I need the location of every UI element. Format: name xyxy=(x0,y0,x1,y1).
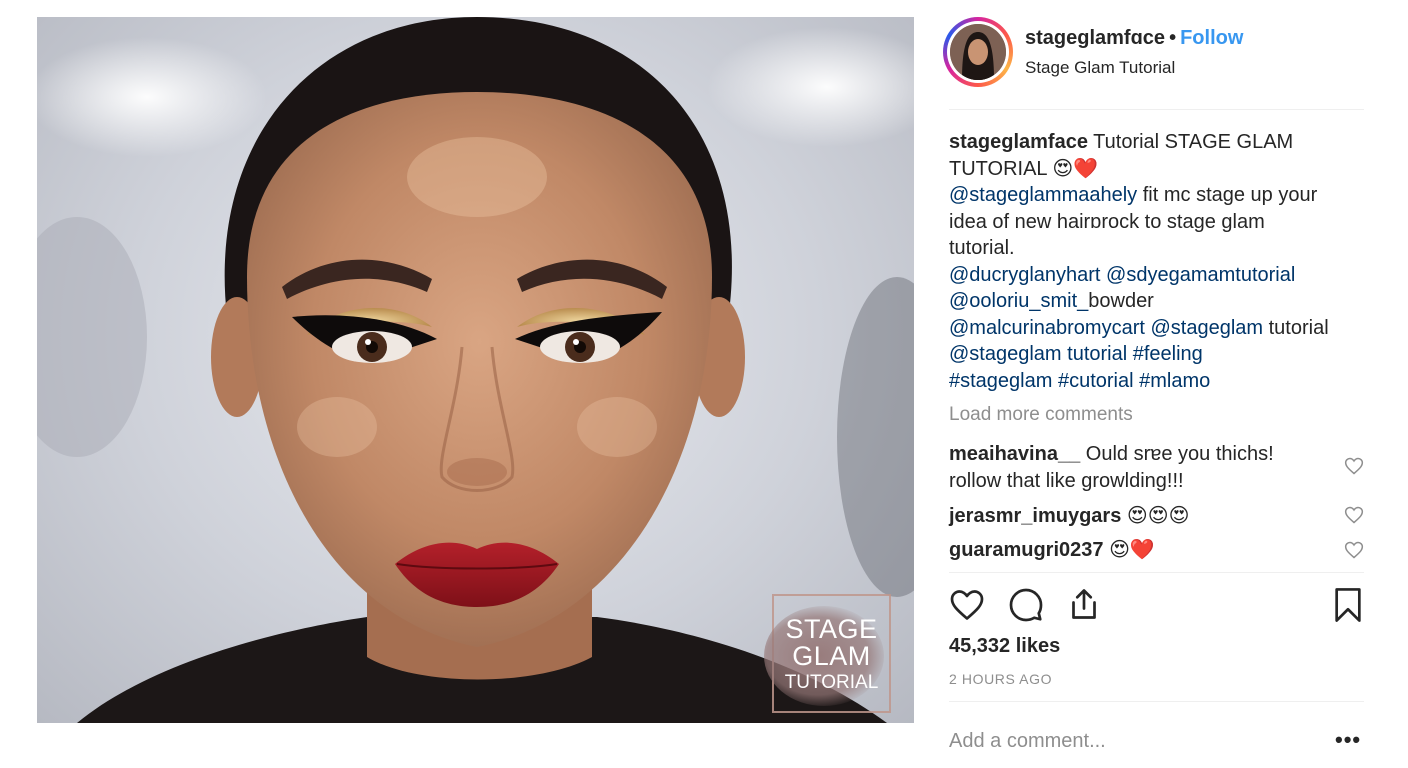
comment-text: rollow that like growlding!!! xyxy=(949,469,1184,492)
comment-item: jerasmr_imuygars 😍😍😍 xyxy=(949,503,1339,530)
comments-divider xyxy=(949,572,1364,573)
caption-line: TUTORIAL 😍❤️ xyxy=(949,156,1369,183)
caption-mention[interactable]: @stageglammaahely xyxy=(949,184,1137,206)
caption-line: stageglamface Tutorial STAGE GLAM xyxy=(949,129,1369,156)
caption-mention[interactable]: @stageglam tutorial #feeling xyxy=(949,343,1203,365)
avatar-photo xyxy=(950,24,1006,80)
caption-line: @stageglam tutorial #feeling xyxy=(949,341,1369,368)
post-timestamp: 2 HOURS AGO xyxy=(949,671,1053,687)
add-comment-input[interactable] xyxy=(949,727,1309,755)
header-divider xyxy=(949,109,1364,110)
caption-mention[interactable]: @ducryglanyhart xyxy=(949,264,1100,286)
caption-text: tutorial. xyxy=(949,237,1015,259)
follow-button[interactable]: Follow xyxy=(1180,27,1243,49)
comment-bubble-icon[interactable] xyxy=(1008,587,1044,623)
watermark-line-2: GLAM xyxy=(792,640,871,671)
comment-like-heart-icon[interactable] xyxy=(1344,540,1364,560)
caption-line: @stageglammaahely fit mc stage up your xyxy=(949,182,1369,209)
post-header: stageglamfɑce • Follow xyxy=(1025,27,1243,50)
comment-username[interactable]: guaramugri0237 xyxy=(949,539,1104,561)
comment-like-heart-icon[interactable] xyxy=(1344,505,1364,525)
comment-text: Ould srɐe you thichs! xyxy=(1080,443,1274,465)
caption-line: @ooloriu_smit_bowder xyxy=(949,288,1369,315)
caption-text: TUTORIAL 😍❤️ xyxy=(949,157,1099,180)
heart-icon[interactable] xyxy=(948,587,986,623)
caption-mention[interactable]: @stageglam xyxy=(1150,317,1263,339)
caption-text: tutorial xyxy=(1263,316,1329,339)
comment-item: guaramugri0237 😍❤️ xyxy=(949,537,1339,564)
caption-hashtags[interactable]: #stageglam #cutorial #mlamo xyxy=(949,370,1210,392)
comment-like-heart-icon[interactable] xyxy=(1344,456,1364,476)
post-location[interactable]: Stage Glam Tutorial xyxy=(1025,58,1175,78)
caption-username[interactable]: stageglamface xyxy=(949,131,1088,153)
share-icon[interactable] xyxy=(1066,585,1102,623)
bookmark-icon[interactable] xyxy=(1331,586,1365,624)
post-image[interactable]: STAGE GLAM TUTORIAL xyxy=(37,17,914,723)
caption-line: tutorial. xyxy=(949,235,1369,262)
stage-glam-watermark: STAGE GLAM TUTORIAL xyxy=(764,594,891,713)
caption-line: #stageglam #cutorial #mlamo xyxy=(949,368,1369,395)
comment-text: 😍❤️ xyxy=(1103,539,1155,561)
header-separator: • xyxy=(1169,27,1177,49)
profile-avatar[interactable] xyxy=(943,17,1013,87)
caption-line: @malcurinabromycart @stageglam tutorial xyxy=(949,315,1369,342)
caption-mention[interactable]: @ooloriu_smit_ xyxy=(949,290,1088,312)
footer-divider xyxy=(949,701,1364,702)
watermark-line-1: STAGE xyxy=(785,613,878,644)
comment-item: meaihavina__ Ould srɐe you thichs! rollo… xyxy=(949,441,1339,494)
post-caption: stageglamface Tutorial STAGE GLAM TUTORI… xyxy=(949,129,1369,394)
comment-text: 😍😍😍 xyxy=(1121,505,1190,527)
caption-text: bowder xyxy=(1088,290,1154,312)
caption-line: idea of new hairɒrock to stage glam xyxy=(949,209,1369,236)
caption-mention[interactable]: @malcurinabromycart xyxy=(949,317,1145,339)
more-options-button[interactable]: ••• xyxy=(1335,729,1361,751)
comment-username[interactable]: jerasmr_imuygars xyxy=(949,505,1121,527)
caption-text: fit mc stage up your xyxy=(1137,184,1318,206)
caption-text: idea of new hairɒrock to stage glam xyxy=(949,210,1265,233)
load-more-comments-button[interactable]: Load more comments xyxy=(949,404,1133,426)
likes-count[interactable]: 45,332 likes xyxy=(949,635,1060,658)
watermark-line-3: TUTORIAL xyxy=(784,671,879,693)
caption-text: Tutorial STAGE GLAM xyxy=(1087,131,1294,153)
caption-line: @ducryglanyhart @sdyegamamtutorial xyxy=(949,262,1369,289)
author-username[interactable]: stageglamfɑce xyxy=(1025,27,1165,49)
caption-mention[interactable]: @sdyegamamtutorial xyxy=(1106,264,1295,286)
comment-username[interactable]: meaihavina__ xyxy=(949,443,1080,465)
